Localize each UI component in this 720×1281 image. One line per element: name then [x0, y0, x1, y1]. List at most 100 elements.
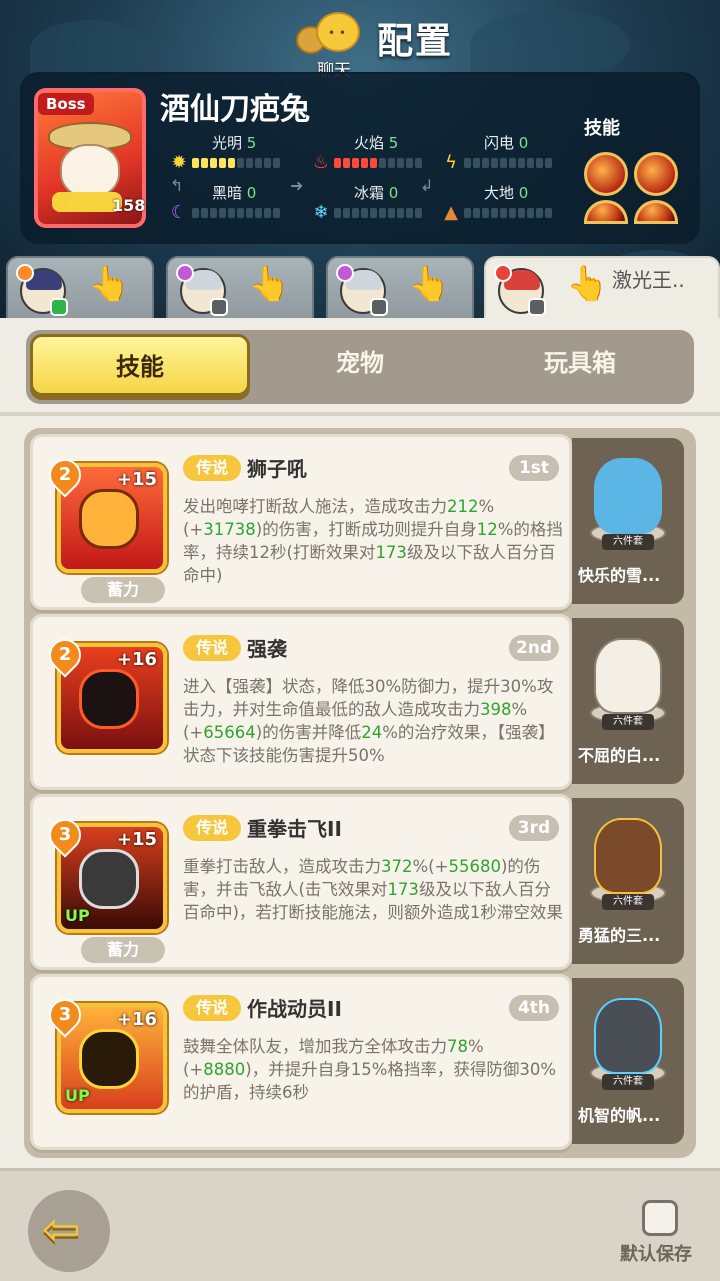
avatar: [16, 264, 68, 316]
avatar: [176, 264, 228, 316]
hand-star-icon: 👆: [408, 264, 451, 304]
boss-skill-icon[interactable]: [584, 152, 628, 196]
mountain-icon: ▲: [444, 202, 458, 223]
team-tab-2[interactable]: 👆: [166, 256, 314, 322]
sun-icon: ✹: [171, 152, 187, 173]
team-tab-4[interactable]: 👆 激光王..: [484, 256, 720, 322]
element-badge-icon: [494, 264, 512, 282]
element-badge-icon: [336, 264, 354, 282]
tab-pets[interactable]: 宠物: [250, 330, 470, 404]
fire-icon: ♨: [312, 152, 330, 173]
pet-yeti-icon: [594, 458, 662, 534]
avatar: [494, 264, 546, 316]
pet-set-badge: 六件套: [602, 534, 654, 550]
back-button[interactable]: ⇦: [28, 1190, 110, 1272]
earth-bar: [464, 208, 552, 218]
skill-name: 作战动员II: [247, 997, 342, 1021]
skill-card-3[interactable]: +15 UP 3 蓄力 传说 重拳击飞II 3rd 重拳打击敌人，造成攻击力37…: [30, 794, 572, 970]
skill-description: 发出咆哮打断敌人施法，造成攻击力212%(+31738)的伤害，打断成功则提升自…: [183, 497, 563, 585]
mode-badge-icon: [50, 298, 68, 316]
lion-icon: [79, 489, 139, 549]
pet-set-badge: 六件套: [602, 714, 654, 730]
avatar: [336, 264, 388, 316]
skill-card-2[interactable]: +16 2 传说 强袭 2nd 进入【强袭】状态，降低30%防御力，提升30%攻…: [30, 614, 572, 790]
rally-figure-icon: [79, 1029, 139, 1089]
pet-shark-icon: [594, 998, 662, 1074]
chat-button[interactable]: • • 聊天: [296, 8, 372, 81]
divider: [0, 412, 720, 416]
mode-badge-icon: [370, 298, 388, 316]
skill-name: 强袭: [247, 637, 287, 661]
rarity-badge: 传说: [183, 455, 241, 481]
element-earth: 大地 0 ▲: [440, 182, 560, 226]
mode-badge-icon: [528, 298, 546, 316]
boss-level: 158: [112, 196, 146, 215]
skill-name: 狮子吼: [247, 457, 307, 481]
boss-badge: Boss: [38, 93, 94, 115]
boss-skills-label: 技能: [584, 118, 620, 139]
skill-rank: 1st: [509, 455, 559, 481]
team-tab-1[interactable]: 👆: [6, 256, 154, 322]
pet-name: 不屈的白...: [578, 746, 661, 765]
element-fire: 火焰 5 ♨: [310, 132, 430, 176]
lineup-config-screen: { "header": { "title": "配置", "chat_label…: [0, 0, 720, 1281]
boss-name: 酒仙刀疤兔: [160, 92, 310, 127]
star-icon: ★: [62, 196, 79, 217]
skill-description: 重拳打击敌人，造成攻击力372%(+55680)的伤害，并击飞敌人(击飞效果对1…: [183, 857, 563, 922]
moon-icon: ☾: [170, 202, 188, 223]
element-frost: 冰霜 0 ❄: [310, 182, 430, 226]
default-save-label: 默认保存: [620, 1244, 692, 1265]
element-lightning: 闪电 0 ϟ: [440, 132, 560, 176]
element-badge-icon: [16, 264, 34, 282]
tab-skills[interactable]: 技能: [30, 334, 250, 396]
pet-name: 勇猛的三...: [578, 926, 661, 945]
skill-tag: 蓄力: [81, 577, 165, 603]
pet-set-badge: 六件套: [602, 894, 654, 910]
element-dark: 黑暗 0 ☾: [168, 182, 288, 226]
element-badge-icon: [176, 264, 194, 282]
hand-star-icon: 👆: [248, 264, 291, 304]
skill-description: 进入【强袭】状态，降低30%防御力，提升30%攻击力，并对生命值最低的敌人造成攻…: [183, 677, 555, 765]
lightning-icon: ϟ: [445, 152, 457, 173]
assault-figure-icon: [79, 669, 139, 729]
pet-goat-icon: [594, 638, 662, 714]
lightning-bar: [464, 158, 552, 168]
skill-description: 鼓舞全体队友，增加我方全体攻击力78%(+8880)，并提升自身15%格挡率，获…: [183, 1037, 557, 1102]
pet-rhino-icon: [594, 818, 662, 894]
cycle-arrow-icon: ➜: [290, 176, 304, 195]
skill-card-1[interactable]: +15 2 蓄力 传说 狮子吼 1st 发出咆哮打断敌人施法，造成攻击力212%…: [30, 434, 572, 610]
hand-star-icon: 👆: [88, 264, 131, 304]
default-save-checkbox[interactable]: [642, 1200, 678, 1236]
cycle-arrow-icon: ↰: [170, 176, 184, 195]
rarity-badge: 传说: [183, 995, 241, 1021]
pet-name: 机智的帆...: [578, 1106, 661, 1125]
light-bar: [192, 158, 280, 168]
chat-face-icon: • •: [328, 26, 346, 40]
rarity-badge: 传说: [183, 635, 241, 661]
pet-slot-1[interactable]: 六件套 快乐的雪...: [572, 438, 684, 604]
element-light: 光明 5 ✹: [168, 132, 288, 176]
pet-slot-3[interactable]: 六件套 勇猛的三...: [572, 798, 684, 964]
pet-slot-2[interactable]: 六件套 不屈的白...: [572, 618, 684, 784]
boss-skill-icon[interactable]: [634, 152, 678, 196]
skill-rank: 2nd: [509, 635, 559, 661]
cycle-arrow-icon: ↲: [420, 176, 434, 195]
skill-tag: 蓄力: [81, 937, 165, 963]
back-arrow-icon: ⇦: [42, 1202, 81, 1256]
hand-star-icon: 👆: [566, 264, 609, 304]
mode-badge-icon: [210, 298, 228, 316]
team-tab-3[interactable]: 👆: [326, 256, 474, 322]
pet-name: 快乐的雪...: [578, 566, 661, 585]
skill-name: 重拳击飞II: [247, 817, 342, 841]
skill-card-4[interactable]: +16 UP 3 传说 作战动员II 4th 鼓舞全体队友，增加我方全体攻击力7…: [30, 974, 572, 1150]
fire-bar: [334, 158, 422, 168]
boss-face-icon: [60, 144, 120, 198]
pet-slot-4[interactable]: 六件套 机智的帆...: [572, 978, 684, 1144]
snowflake-icon: ❄: [313, 202, 329, 223]
team-name: 激光王..: [612, 268, 685, 292]
tab-toybox[interactable]: 玩具箱: [470, 330, 690, 404]
segment-control: 技能 宠物 玩具箱: [26, 330, 694, 404]
skill-rank: 4th: [509, 995, 559, 1021]
fist-icon: [79, 849, 139, 909]
skill-rank: 3rd: [509, 815, 559, 841]
